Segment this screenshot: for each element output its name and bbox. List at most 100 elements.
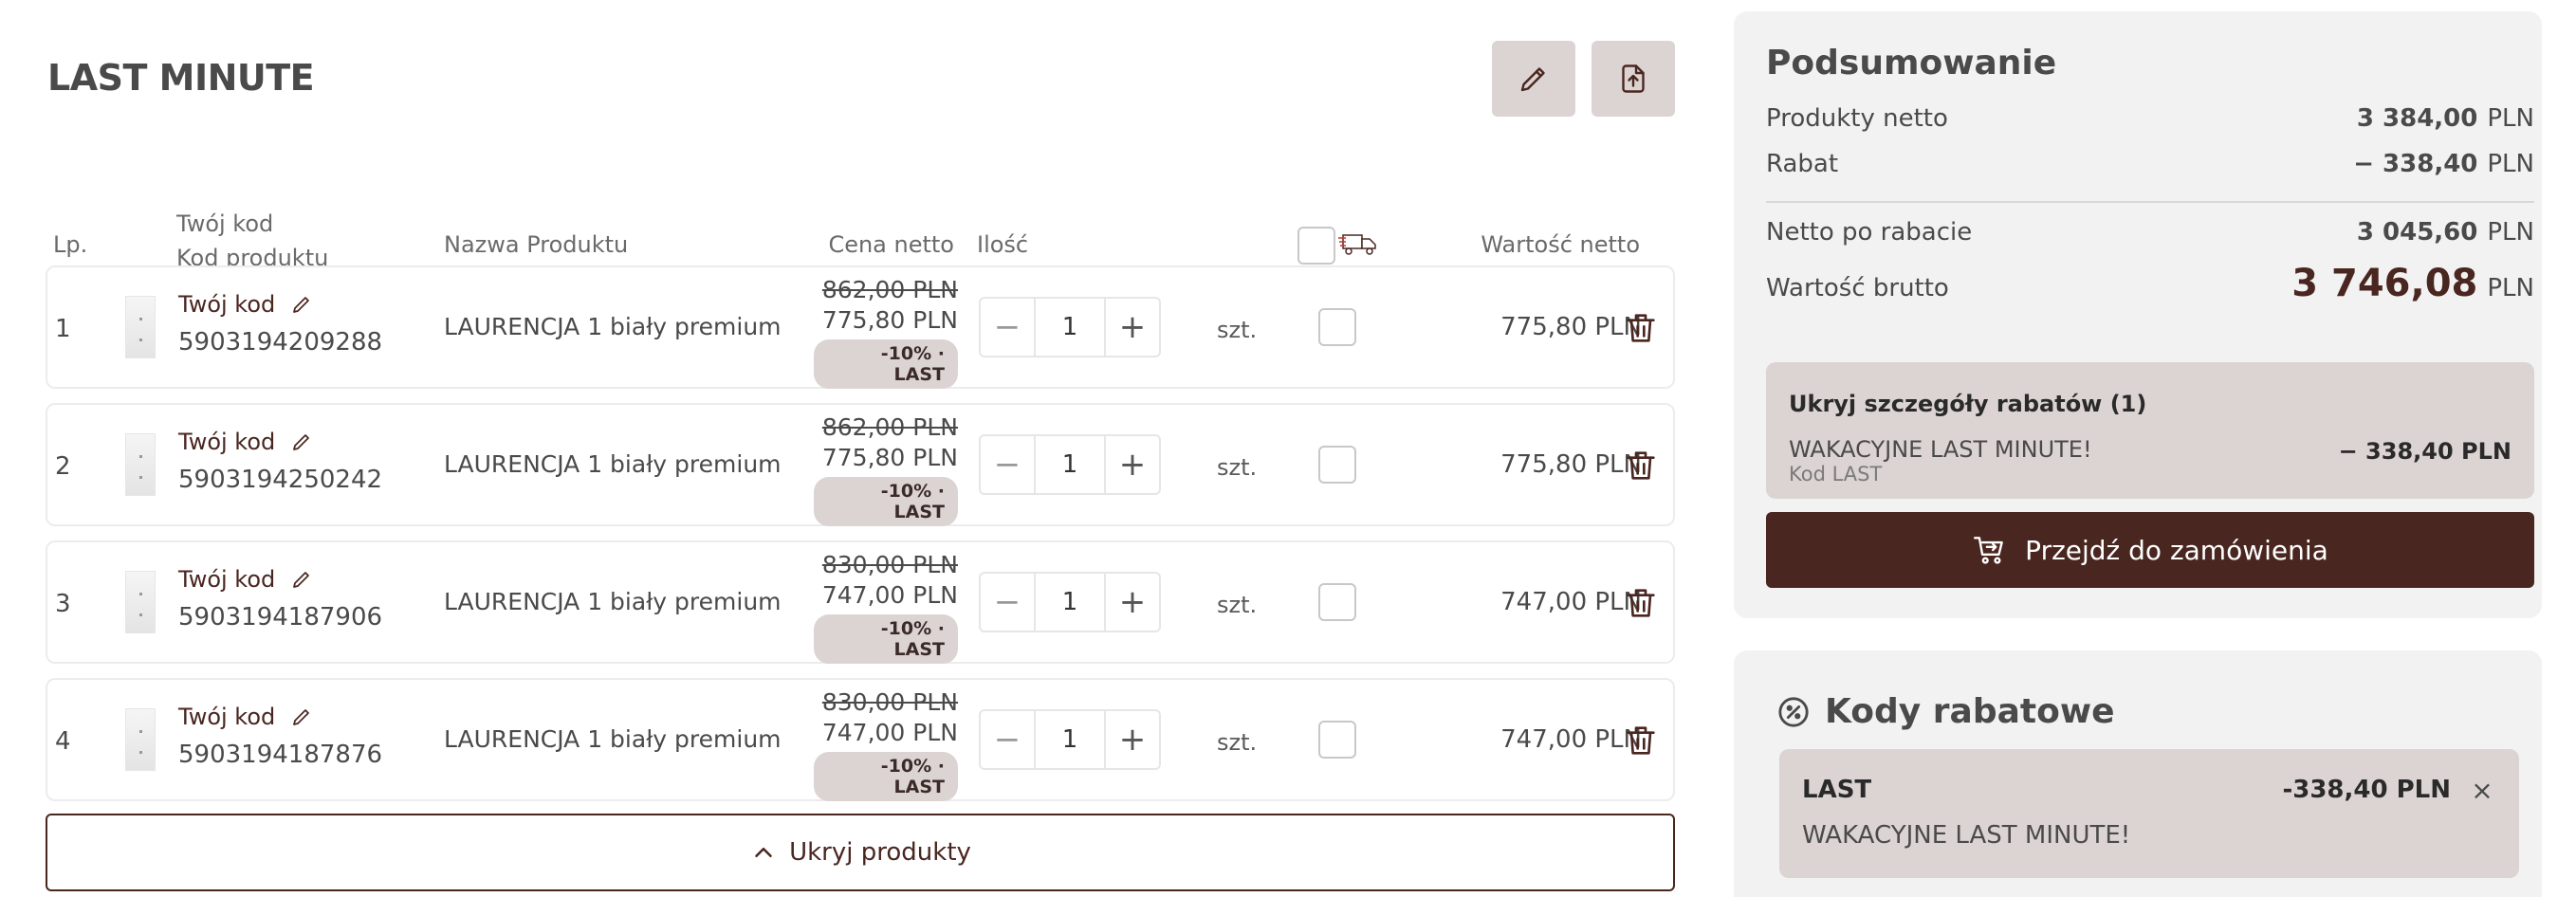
your-code-edit[interactable]: Twój kod <box>178 288 382 320</box>
delete-row-button[interactable] <box>1622 447 1660 485</box>
select-all-checkbox[interactable] <box>1297 227 1335 265</box>
product-ean: 5903194187906 <box>178 603 383 632</box>
new-price: 747,00 PLN <box>821 581 958 609</box>
row-checkbox[interactable] <box>1318 308 1356 346</box>
summary-divider <box>1766 201 2534 203</box>
your-code-edit[interactable]: Twój kod <box>178 563 382 595</box>
row-value: 747,00 PLN <box>1500 725 1642 754</box>
currency: PLN <box>2487 104 2534 133</box>
row-code: Twój kod 5903194209288 <box>178 288 382 357</box>
truck-icon <box>1337 229 1379 264</box>
net-value: 3 384,00 <box>2356 104 2478 133</box>
qty-input[interactable] <box>1036 436 1104 493</box>
delete-row-button[interactable] <box>1622 584 1660 622</box>
qty-increase-button[interactable]: + <box>1104 711 1159 768</box>
discount-code: Kod LAST <box>1789 463 1883 485</box>
row-checkbox[interactable] <box>1318 583 1356 621</box>
delete-row-button[interactable] <box>1622 309 1660 347</box>
currency: PLN <box>2487 274 2534 302</box>
export-cart-button[interactable] <box>1592 41 1675 117</box>
row-lp: 2 <box>55 452 71 481</box>
row-value: 775,80 PLN <box>1500 313 1642 341</box>
header-qty: Ilość <box>977 231 1029 258</box>
qty-decrease-button[interactable]: − <box>981 574 1036 631</box>
pencil-icon <box>1520 67 1545 92</box>
qty-decrease-button[interactable]: − <box>981 299 1036 356</box>
old-price: 830,00 PLN <box>821 551 958 578</box>
summary-title: Podsumowanie <box>1766 44 2057 82</box>
discount-badge: -10% · LAST <box>814 339 958 389</box>
discount-codes-header: Kody rabatowe <box>1777 692 2115 731</box>
toggle-discount-details[interactable]: Ukryj szczegóły rabatów (1) <box>1789 391 2146 417</box>
product-thumbnail[interactable] <box>125 296 156 358</box>
currency: PLN <box>2487 218 2534 247</box>
your-code-label: Twój kod <box>178 704 276 730</box>
header-value: Wartość netto <box>1481 231 1640 258</box>
discount-codes-title: Kody rabatowe <box>1825 692 2115 731</box>
row-checkbox[interactable] <box>1318 446 1356 484</box>
new-price: 775,80 PLN <box>821 306 958 334</box>
row-code: Twój kod 5903194187876 <box>178 701 382 769</box>
header-lp: Lp. <box>53 231 88 258</box>
product-name-link[interactable]: LAURENCJA 1 biały premium ... <box>444 588 785 615</box>
delete-row-button[interactable] <box>1622 722 1660 760</box>
your-code-edit[interactable]: Twój kod <box>178 701 382 733</box>
percent-badge-icon <box>1778 696 1809 727</box>
product-thumbnail[interactable] <box>125 708 156 771</box>
discount-amount: − 338,40 PLN <box>2338 438 2512 465</box>
hide-products-label: Ukryj produkty <box>789 838 971 867</box>
edit-cart-button[interactable] <box>1492 41 1575 117</box>
row-price: 830,00 PLN 747,00 PLN -10% · LAST <box>814 550 958 664</box>
after-discount-value: 3 045,60 <box>2356 218 2478 247</box>
trash-icon <box>1627 726 1655 755</box>
row-code: Twój kod 5903194187906 <box>178 563 382 632</box>
product-thumbnail[interactable] <box>125 571 156 633</box>
row-value: 747,00 PLN <box>1500 588 1642 616</box>
gross-label: Wartość brutto <box>1766 274 1949 302</box>
product-thumbnail[interactable] <box>125 433 156 496</box>
currency: PLN <box>2487 150 2534 178</box>
discount-badge: -10% · LAST <box>814 477 958 526</box>
product-ean: 5903194209288 <box>178 328 383 357</box>
qty-input[interactable] <box>1036 711 1104 768</box>
trash-icon <box>1627 314 1655 342</box>
cart-title: LAST MINUTE <box>47 57 315 99</box>
row-price: 862,00 PLN 775,80 PLN -10% · LAST <box>814 275 958 389</box>
quantity-stepper: − + <box>979 572 1161 632</box>
qty-increase-button[interactable]: + <box>1104 436 1159 493</box>
table-header: Lp. Twój kod Kod produktu Nazwa Produktu… <box>46 178 1675 271</box>
discount-label: Rabat <box>1766 150 1839 178</box>
checkout-button[interactable]: Przejdź do zamówienia <box>1766 512 2534 588</box>
qty-increase-button[interactable]: + <box>1104 574 1159 631</box>
qty-increase-button[interactable]: + <box>1104 299 1159 356</box>
quantity-stepper: − + <box>979 434 1161 495</box>
product-name-link[interactable]: LAURENCJA 1 biały premium ... <box>444 725 785 753</box>
trash-icon <box>1627 451 1655 480</box>
table-row: 2 Twój kod 5903194250242 LAURENCJA 1 bia… <box>46 403 1675 526</box>
applied-code-amount: -338,40 PLN <box>2282 776 2451 804</box>
table-row: 1 Twój kod 5903194209288 LAURENCJA 1 bia… <box>46 265 1675 389</box>
pencil-icon <box>293 709 310 725</box>
product-name-link[interactable]: LAURENCJA 1 biały premium ... <box>444 313 785 340</box>
row-code: Twój kod 5903194250242 <box>178 426 382 494</box>
header-name: Nazwa Produktu <box>444 231 629 258</box>
unit-label: szt. <box>1217 729 1258 756</box>
discount-value: − 338,40 <box>2353 150 2478 178</box>
hide-products-button[interactable]: Ukryj produkty <box>46 814 1675 891</box>
row-checkbox[interactable] <box>1318 721 1356 759</box>
your-code-edit[interactable]: Twój kod <box>178 426 382 458</box>
qty-decrease-button[interactable]: − <box>981 436 1036 493</box>
unit-label: szt. <box>1217 454 1258 481</box>
row-lp: 1 <box>55 315 71 343</box>
gross-value: 3 746,08 <box>2291 262 2478 305</box>
qty-input[interactable] <box>1036 299 1104 356</box>
qty-decrease-button[interactable]: − <box>981 711 1036 768</box>
discount-details-box: Ukryj szczegóły rabatów (1) WAKACYJNE LA… <box>1766 362 2534 499</box>
product-name-link[interactable]: LAURENCJA 1 biały premium ... <box>444 450 785 478</box>
header-your-code: Twój kod <box>176 211 274 237</box>
applied-code-name: WAKACYJNE LAST MINUTE! <box>1802 821 2131 850</box>
your-code-label: Twój kod <box>178 566 276 593</box>
close-icon[interactable]: × <box>2468 775 2496 806</box>
qty-input[interactable] <box>1036 574 1104 631</box>
pencil-icon <box>293 572 310 588</box>
